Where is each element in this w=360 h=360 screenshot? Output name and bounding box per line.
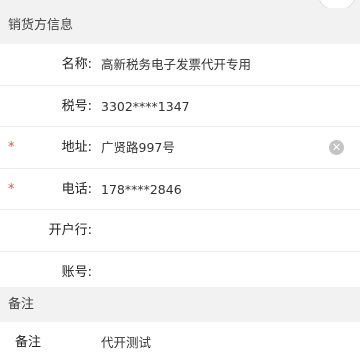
remark-section-header: 备注 — [0, 287, 360, 323]
remark-section-title: 备注 — [8, 297, 35, 312]
bank-label: 开户行: — [48, 223, 92, 238]
top-edge — [0, 0, 360, 8]
name-field[interactable]: 高新税务电子发票代开专用 — [101, 44, 251, 85]
address-label: 地址: — [61, 140, 92, 155]
remark-panel: 备注 代开测试 — [0, 322, 360, 360]
remark-row[interactable]: 备注 代开测试 — [0, 322, 360, 360]
remark-field[interactable]: 代开测试 — [101, 322, 151, 360]
required-mark: * — [8, 181, 15, 197]
tax-id-row[interactable]: 税号: 3302****1347 — [0, 86, 360, 127]
phone-row[interactable]: * 电话: 178****2846 — [0, 169, 360, 210]
name-label: 名称: — [61, 57, 92, 72]
address-field[interactable]: 广贤路997号 — [101, 127, 175, 168]
tax-id-field[interactable]: 3302****1347 — [101, 86, 190, 127]
bank-row[interactable]: 开户行: — [0, 210, 360, 252]
phone-field[interactable]: 178****2846 — [101, 169, 182, 210]
tax-id-label: 税号: — [61, 98, 92, 114]
name-row[interactable]: 名称: 高新税务电子发票代开专用 — [0, 44, 360, 86]
required-mark: * — [8, 140, 15, 155]
seller-section-title: 销货方信息 — [8, 18, 74, 33]
seller-section-header: 销货方信息 — [0, 8, 360, 44]
invoice-form-page: 销货方信息 名称: 高新税务电子发票代开专用 税号: 3302****1347 … — [0, 0, 360, 360]
address-row[interactable]: * 地址: 广贤路997号 ✕ — [0, 127, 360, 169]
phone-label: 电话: — [61, 181, 92, 197]
seller-info-panel: 名称: 高新税务电子发票代开专用 税号: 3302****1347 * 地址: … — [0, 44, 360, 293]
clear-circle-icon[interactable]: ✕ — [329, 140, 344, 155]
remark-label: 备注 — [15, 335, 42, 350]
